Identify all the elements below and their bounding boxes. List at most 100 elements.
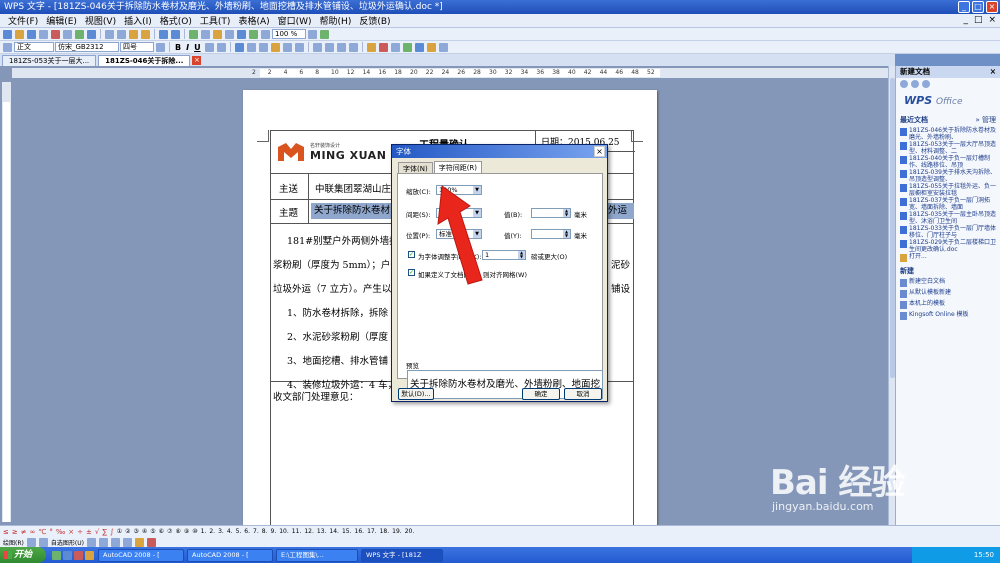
- default-button[interactable]: 默认(D)...: [398, 388, 434, 400]
- insert-number-button[interactable]: 11.: [291, 528, 303, 535]
- insert-number-button[interactable]: ⑦: [166, 528, 173, 535]
- taskbar-wps[interactable]: WPS 文字 - [181Z: [361, 548, 443, 562]
- recent-doc-item[interactable]: 181ZS-046关于拆除防水卷材及磨光、外墙粉刷、: [896, 126, 1000, 140]
- format-painter-icon[interactable]: [141, 29, 150, 39]
- taskbar-explorer[interactable]: E:\工程图集\...: [276, 548, 358, 562]
- menu-edit[interactable]: 编辑(E): [42, 14, 81, 27]
- highlight-icon[interactable]: [366, 42, 376, 52]
- font-color-icon[interactable]: [378, 42, 388, 52]
- save-icon[interactable]: [27, 29, 36, 39]
- insert-number-button[interactable]: ⑥: [158, 528, 165, 535]
- insert-symbol-button[interactable]: ×: [67, 528, 75, 536]
- insert-symbol-button[interactable]: ∫: [109, 528, 115, 536]
- close-button[interactable]: ×: [986, 1, 998, 13]
- recent-doc-item[interactable]: 181ZS-035关于一层主卧吊顶造型、沐浴门卫生间: [896, 210, 1000, 224]
- bold-button[interactable]: B: [173, 43, 183, 52]
- superscript-icon[interactable]: [216, 42, 226, 52]
- quicklaunch-icon[interactable]: [52, 550, 61, 560]
- drawing-menu[interactable]: 绘图(R): [2, 538, 25, 547]
- insert-symbol-button[interactable]: √: [94, 528, 100, 536]
- insert-number-button[interactable]: 8.: [261, 528, 269, 535]
- hyperlink-icon[interactable]: [189, 29, 198, 39]
- menu-format[interactable]: 格式(O): [156, 14, 196, 27]
- doc-maximize-button[interactable]: □: [974, 15, 983, 25]
- justify-icon[interactable]: [270, 42, 280, 52]
- show-marks-icon[interactable]: [261, 29, 270, 39]
- subject-value-tail[interactable]: 外运: [605, 203, 634, 219]
- body-line[interactable]: 2、水泥砂浆粉刷（厚度: [287, 329, 395, 343]
- horizontal-ruler[interactable]: 2 2 4 6 8 10 12 14 16 18 20 22 24 26 28 30 32 34 36 38 40 42 4…: [12, 68, 890, 78]
- styles-icon[interactable]: [3, 42, 12, 52]
- window-titlebar[interactable]: WPS 文字 - [181ZS-046关于拆除防水卷材及磨光、外墙粉刷、地面挖槽…: [0, 0, 1000, 14]
- help-icon[interactable]: [308, 29, 317, 39]
- menu-view[interactable]: 视图(V): [81, 14, 120, 27]
- menu-feedback[interactable]: 反馈(B): [355, 14, 394, 27]
- strikethrough-icon[interactable]: [204, 42, 214, 52]
- insert-number-button[interactable]: 6.: [243, 528, 251, 535]
- task-pane-close-button[interactable]: ×: [990, 66, 996, 78]
- phonetic-icon[interactable]: [414, 42, 424, 52]
- insert-number-button[interactable]: 9.: [270, 528, 278, 535]
- taskbar-autocad-1[interactable]: AutoCAD 2008 - [: [98, 548, 184, 562]
- arrow-icon[interactable]: [98, 538, 108, 547]
- recent-doc-item[interactable]: 181ZS-040关于负一层灯槽制作、线路移位、吊顶: [896, 154, 1000, 168]
- quicklaunch-icon[interactable]: [85, 550, 94, 560]
- vertical-ruler[interactable]: [2, 82, 11, 522]
- insert-number-button[interactable]: ⑨: [183, 528, 190, 535]
- home-icon[interactable]: [922, 80, 930, 88]
- insert-number-button[interactable]: 7.: [252, 528, 260, 535]
- cancel-button[interactable]: 取消: [564, 388, 602, 400]
- insert-number-button[interactable]: 13.: [316, 528, 328, 535]
- increase-indent-icon[interactable]: [348, 42, 358, 52]
- fill-color-icon[interactable]: [134, 538, 144, 547]
- copy-icon[interactable]: [117, 29, 126, 39]
- tab-document-046[interactable]: 181ZS-046关于拆除...: [98, 55, 191, 66]
- maximize-button[interactable]: □: [972, 1, 984, 13]
- rectangle-icon[interactable]: [110, 538, 120, 547]
- table-icon[interactable]: [201, 29, 210, 39]
- insert-symbol-button[interactable]: ±: [85, 528, 93, 536]
- body-line[interactable]: 3、地面挖槽、排水管铺: [287, 353, 395, 367]
- tab-font[interactable]: 字体(N): [398, 162, 433, 173]
- spacing-value-input[interactable]: ▲ ▼: [531, 208, 571, 218]
- insert-number-button[interactable]: 10.: [278, 528, 290, 535]
- insert-symbol-button[interactable]: ≠: [20, 528, 28, 536]
- columns-icon[interactable]: [225, 29, 234, 39]
- pdf-icon[interactable]: [51, 29, 60, 39]
- quicklaunch-icon[interactable]: [63, 550, 72, 560]
- doc-minimize-button[interactable]: _: [963, 15, 968, 25]
- mail-icon[interactable]: [39, 29, 48, 39]
- style-select[interactable]: 正文: [14, 42, 54, 52]
- line-spacing-icon[interactable]: [294, 42, 304, 52]
- image-icon[interactable]: [213, 29, 222, 39]
- position-value-input[interactable]: ▲ ▼: [531, 229, 571, 239]
- insert-number-button[interactable]: ⑤: [149, 528, 156, 535]
- online-templates-link[interactable]: Kingsoft Online 模板: [896, 310, 1000, 321]
- menu-window[interactable]: 窗口(W): [274, 14, 316, 27]
- spinner-icon[interactable]: ▲ ▼: [563, 209, 570, 217]
- menu-file[interactable]: 文件(F): [4, 14, 42, 27]
- ok-button[interactable]: 确定: [522, 388, 560, 400]
- recent-doc-item[interactable]: 181ZS-029关于负二层楼梯口卫生间更改确认.doc: [896, 238, 1000, 252]
- insert-number-button[interactable]: 12.: [303, 528, 315, 535]
- open-document-link[interactable]: 打开...: [896, 252, 1000, 262]
- paste-icon[interactable]: [129, 29, 138, 39]
- align-center-icon[interactable]: [246, 42, 256, 52]
- recent-doc-item[interactable]: 181ZS-037关于负一层门洞拓宽、墙面拆除、墙面: [896, 196, 1000, 210]
- menu-help[interactable]: 帮助(H): [316, 14, 356, 27]
- minimize-button[interactable]: _: [958, 1, 970, 13]
- select-pointer-icon[interactable]: [26, 538, 36, 547]
- undo-icon[interactable]: [159, 29, 168, 39]
- body-line[interactable]: 181#别墅户外两侧外墙拆: [287, 233, 395, 247]
- insert-symbol-button[interactable]: ≥: [11, 528, 19, 536]
- spinner-icon[interactable]: ▲ ▼: [563, 230, 570, 238]
- quicklaunch-icon[interactable]: [74, 550, 83, 560]
- body-line-right[interactable]: 铺设: [611, 281, 630, 295]
- insert-symbol-button[interactable]: °: [48, 528, 54, 536]
- spellcheck-icon[interactable]: [87, 29, 96, 39]
- snap-to-grid-checkbox[interactable]: ✓: [408, 269, 415, 276]
- new-blank-doc-link[interactable]: 新建空白文档: [896, 277, 1000, 288]
- subject-value[interactable]: 关于拆除防水卷材: [311, 203, 395, 219]
- enclosed-char-icon[interactable]: [426, 42, 436, 52]
- font-select[interactable]: 仿宋_GB2312: [55, 42, 119, 52]
